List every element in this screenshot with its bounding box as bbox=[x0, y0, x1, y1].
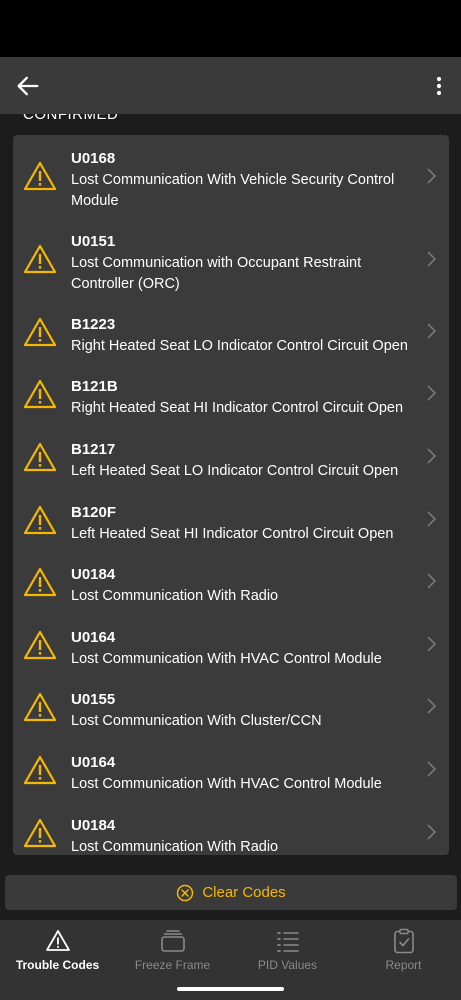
warning-icon bbox=[23, 692, 57, 722]
code-description: Lost Communication With HVAC Control Mod… bbox=[71, 776, 382, 792]
chevron-right-icon bbox=[427, 251, 437, 267]
code-id: U0164 bbox=[71, 754, 116, 771]
code-row[interactable]: U0164 Lost Communication With HVAC Contr… bbox=[13, 753, 449, 795]
home-indicator[interactable] bbox=[177, 987, 284, 991]
chevron-right-icon bbox=[427, 168, 437, 184]
code-id: U0184 bbox=[71, 566, 116, 583]
chevron-right-icon bbox=[427, 573, 437, 589]
more-vert-icon[interactable] bbox=[425, 72, 453, 100]
code-id: B120F bbox=[71, 504, 117, 521]
warning-icon bbox=[23, 317, 57, 347]
code-id: U0184 bbox=[71, 817, 116, 834]
code-row[interactable]: B121B Right Heated Seat HI Indicator Con… bbox=[13, 377, 449, 419]
pid-values-icon bbox=[276, 932, 299, 952]
code-description: Left Heated Seat HI Indicator Control Ci… bbox=[71, 526, 394, 542]
section-header: CONFIRMED bbox=[23, 114, 119, 123]
tab-label: Report bbox=[385, 958, 422, 972]
code-row[interactable]: B1217 Left Heated Seat LO Indicator Cont… bbox=[13, 440, 449, 482]
warning-icon bbox=[23, 630, 57, 660]
warning-icon bbox=[23, 244, 57, 274]
warning-icon bbox=[23, 161, 57, 191]
freeze-frame-icon bbox=[160, 930, 185, 952]
tab-trouble-codes[interactable]: Trouble Codes bbox=[0, 928, 115, 978]
code-description: Lost Communication With Vehicle Security… bbox=[71, 172, 395, 209]
code-description: Right Heated Seat LO Indicator Control C… bbox=[71, 338, 408, 354]
tab-freeze-frame[interactable]: Freeze Frame bbox=[115, 928, 230, 978]
code-row[interactable]: U0168 Lost Communication With Vehicle Se… bbox=[13, 149, 449, 211]
code-id: U0168 bbox=[71, 150, 116, 167]
tab-label: Trouble Codes bbox=[15, 958, 100, 972]
warning-icon bbox=[23, 755, 57, 785]
clear-codes-button[interactable]: Clear Codes bbox=[5, 875, 457, 910]
code-description: Left Heated Seat LO Indicator Control Ci… bbox=[71, 463, 399, 479]
code-row[interactable]: B120F Left Heated Seat HI Indicator Cont… bbox=[13, 503, 449, 545]
tab-label: Freeze Frame bbox=[134, 958, 211, 972]
code-row[interactable]: U0184 Lost Communication With Radio bbox=[13, 816, 449, 855]
codes-list-area[interactable]: CONFIRMED U0168 Lost Communication With … bbox=[0, 114, 461, 866]
code-id: U0155 bbox=[71, 691, 116, 708]
chevron-right-icon bbox=[427, 385, 437, 401]
code-row[interactable]: U0164 Lost Communication With HVAC Contr… bbox=[13, 628, 449, 670]
chevron-right-icon bbox=[427, 511, 437, 527]
code-id: U0151 bbox=[71, 233, 116, 250]
clear-codes-label: Clear Codes bbox=[202, 884, 286, 901]
back-arrow-icon[interactable] bbox=[14, 72, 42, 100]
codes-card: U0168 Lost Communication With Vehicle Se… bbox=[13, 135, 449, 855]
tab-report[interactable]: Report bbox=[346, 928, 461, 978]
code-description: Right Heated Seat HI Indicator Control C… bbox=[71, 400, 404, 416]
status-bar bbox=[0, 0, 461, 57]
warning-icon bbox=[23, 442, 57, 472]
report-icon bbox=[393, 928, 414, 954]
code-id: B1217 bbox=[71, 441, 116, 458]
code-description: Lost Communication With Cluster/CCN bbox=[71, 713, 322, 729]
code-row[interactable]: U0184 Lost Communication With Radio bbox=[13, 565, 449, 607]
code-row[interactable]: U0155 Lost Communication With Cluster/CC… bbox=[13, 690, 449, 732]
code-description: Lost Communication With Radio bbox=[71, 839, 279, 855]
code-id: U0164 bbox=[71, 629, 116, 646]
code-description: Lost Communication With Radio bbox=[71, 588, 279, 604]
tab-label: PID Values bbox=[257, 958, 318, 972]
chevron-right-icon bbox=[427, 761, 437, 777]
code-description: Lost Communication With HVAC Control Mod… bbox=[71, 651, 382, 667]
warning-icon bbox=[23, 379, 57, 409]
code-row[interactable]: B1223 Right Heated Seat LO Indicator Con… bbox=[13, 315, 449, 357]
warning-icon bbox=[23, 567, 57, 597]
warning-icon bbox=[23, 818, 57, 848]
code-id: B1223 bbox=[71, 316, 116, 333]
chevron-right-icon bbox=[427, 824, 437, 840]
tab-pid-values[interactable]: PID Values bbox=[230, 928, 345, 978]
warning-icon bbox=[23, 505, 57, 535]
code-description: Lost Communication with Occupant Restrai… bbox=[71, 255, 362, 292]
code-row[interactable]: U0151 Lost Communication with Occupant R… bbox=[13, 232, 449, 294]
chevron-right-icon bbox=[427, 448, 437, 464]
chevron-right-icon bbox=[427, 323, 437, 339]
chevron-right-icon bbox=[427, 636, 437, 652]
trouble-codes-icon bbox=[45, 930, 70, 951]
clear-icon bbox=[177, 884, 194, 901]
code-id: B121B bbox=[71, 378, 118, 395]
chevron-right-icon bbox=[427, 698, 437, 714]
app-bar bbox=[0, 57, 461, 114]
